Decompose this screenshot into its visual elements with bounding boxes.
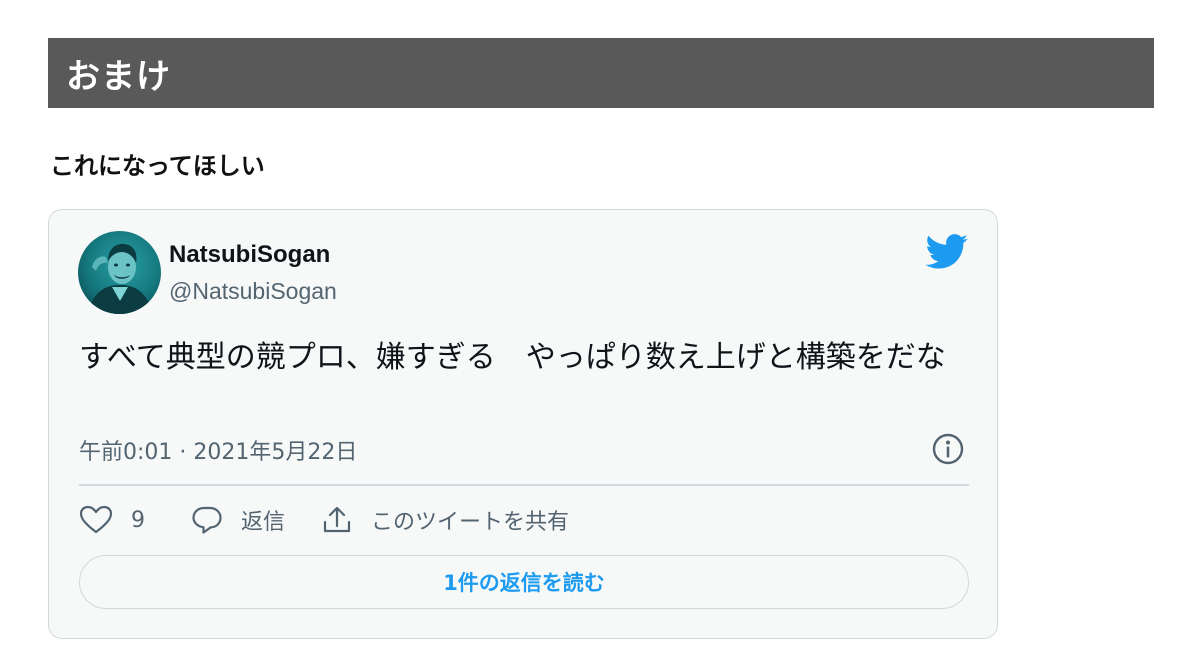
lead-text: これになってほしい — [50, 151, 265, 180]
read-replies-button[interactable]: 1件の返信を読む — [79, 555, 969, 609]
tweet-embed-card[interactable]: NatsubiSogan @NatsubiSogan すべて典型の競プロ、嫌すぎ… — [48, 209, 998, 639]
tweet-author-name[interactable]: NatsubiSogan — [169, 241, 330, 269]
heart-icon — [79, 505, 113, 535]
reply-button[interactable]: 返信 — [191, 504, 285, 536]
like-button[interactable]: 9 — [79, 505, 145, 535]
avatar-image — [78, 231, 161, 314]
avatar[interactable] — [78, 231, 161, 314]
reply-label: 返信 — [241, 510, 286, 535]
tweet-text: すべて典型の競プロ、嫌すぎる やっぱり数え上げと構築をだな — [79, 340, 946, 375]
twitter-bird-icon[interactable] — [925, 234, 969, 270]
section-title: おまけ — [66, 56, 171, 97]
speech-bubble-icon — [191, 504, 223, 536]
read-replies-label: 1件の返信を読む — [443, 571, 605, 595]
section-header: おまけ — [48, 38, 1154, 108]
tweet-author-handle[interactable]: @NatsubiSogan — [169, 278, 337, 305]
tweet-action-row: 9 返信 このツイートを共有 — [79, 500, 569, 540]
share-button[interactable]: このツイートを共有 — [321, 504, 569, 536]
info-icon[interactable] — [931, 432, 965, 466]
share-label: このツイートを共有 — [371, 510, 570, 535]
like-count: 9 — [131, 507, 145, 533]
tweet-timestamp[interactable]: 午前0:01 · 2021年5月22日 — [79, 434, 357, 466]
share-upload-icon — [321, 504, 353, 536]
divider — [79, 484, 969, 486]
